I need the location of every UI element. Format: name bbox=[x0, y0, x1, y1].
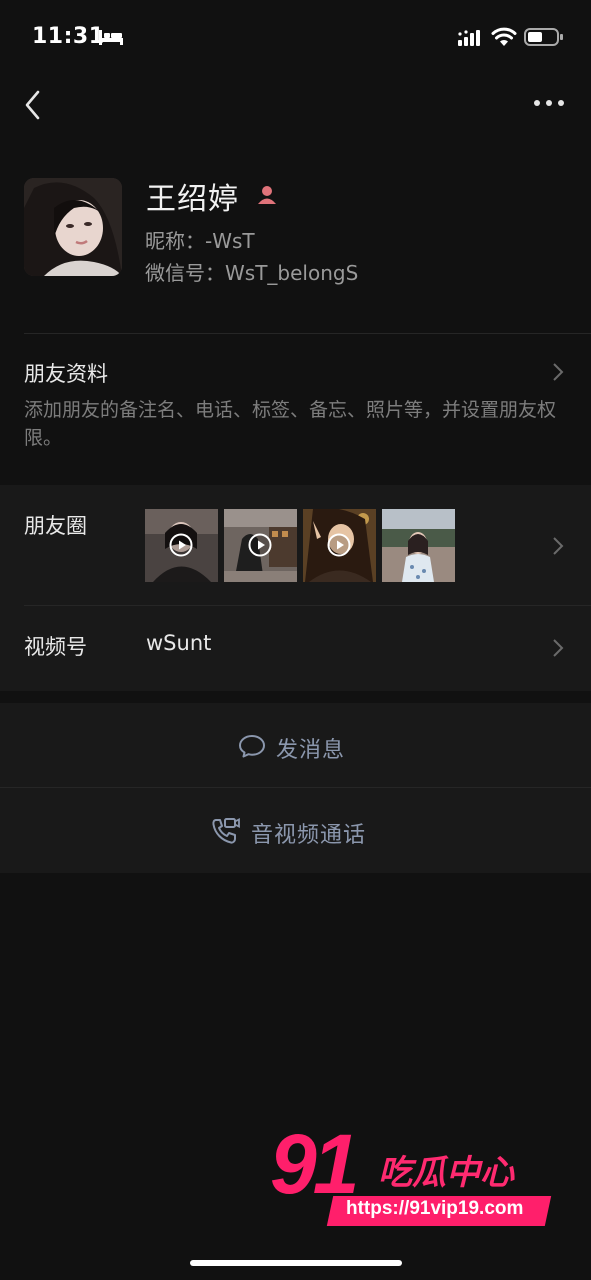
channels-label: 视频号 bbox=[24, 635, 87, 659]
phone-video-call-icon bbox=[212, 818, 240, 844]
avatar[interactable] bbox=[24, 178, 122, 276]
wifi-icon bbox=[491, 27, 517, 46]
chat-bubble-icon bbox=[239, 735, 265, 758]
more-options-icon[interactable] bbox=[532, 97, 566, 109]
play-icon bbox=[169, 533, 193, 557]
send-message-label: 发消息 bbox=[276, 738, 346, 763]
chevron-right-icon bbox=[553, 639, 564, 657]
moments-thumbnail[interactable] bbox=[303, 509, 376, 582]
sleep-mode-icon bbox=[99, 30, 123, 45]
channels-row[interactable] bbox=[0, 606, 591, 691]
friend-info-title: 朋友资料 bbox=[24, 362, 108, 386]
friend-info-description: 添加朋友的备注名、电话、标签、备忘、照片等，并设置朋友权限。 bbox=[24, 399, 557, 449]
chevron-right-icon bbox=[553, 537, 564, 555]
send-message-button[interactable]: 发消息 bbox=[0, 703, 591, 787]
moments-thumbnail[interactable] bbox=[145, 509, 218, 582]
chevron-right-icon bbox=[553, 363, 564, 381]
moments-thumbnail[interactable] bbox=[382, 509, 455, 582]
home-indicator[interactable] bbox=[190, 1260, 402, 1266]
contact-name: 王绍婷 bbox=[146, 182, 239, 217]
wechat-id-text: 微信号：WsT_belongS bbox=[145, 261, 359, 285]
avatar-photo bbox=[24, 178, 122, 276]
back-arrow-icon[interactable] bbox=[22, 88, 44, 122]
video-call-label: 音视频通话 bbox=[251, 823, 367, 848]
moments-label: 朋友圈 bbox=[24, 514, 87, 538]
watermark-url: https://91vip19.com bbox=[346, 1198, 524, 1219]
watermark-logo-text: 吃瓜中心 bbox=[378, 1153, 514, 1193]
moments-thumbnail[interactable] bbox=[224, 509, 297, 582]
nickname-text: 昵称：-WsT bbox=[145, 229, 255, 253]
cellular-signal-icon bbox=[458, 30, 480, 46]
battery-icon bbox=[524, 28, 563, 46]
play-icon bbox=[248, 533, 272, 557]
video-call-button[interactable]: 音视频通话 bbox=[0, 788, 591, 873]
female-gender-icon bbox=[258, 186, 276, 204]
play-icon bbox=[327, 533, 351, 557]
status-time: 11:31 bbox=[32, 24, 105, 49]
channels-value: wSunt bbox=[146, 631, 212, 655]
